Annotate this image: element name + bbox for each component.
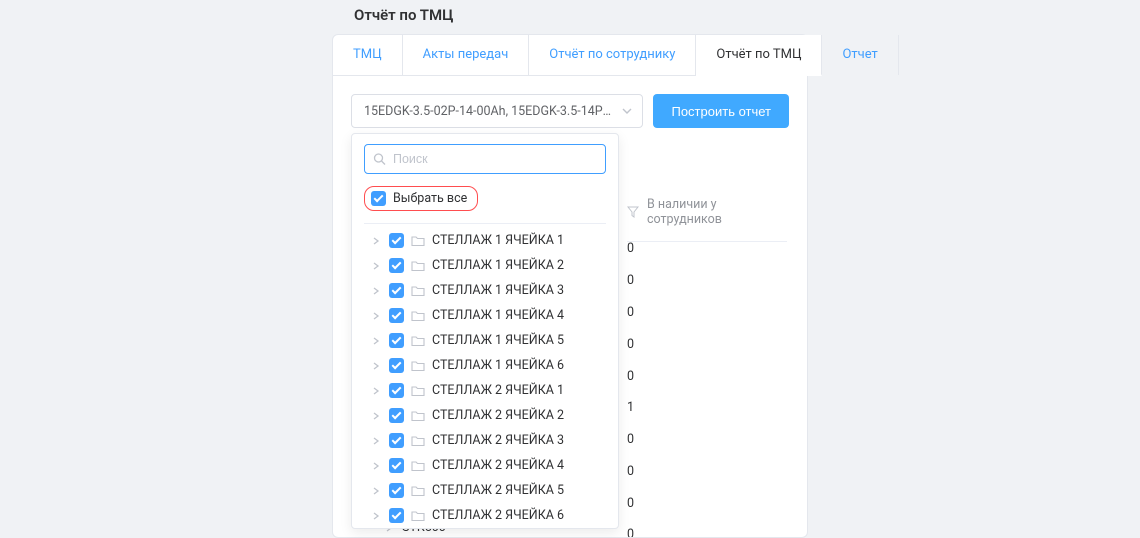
chevron-right-icon bbox=[372, 287, 382, 295]
folder-icon bbox=[411, 510, 425, 522]
folder-icon bbox=[411, 285, 425, 297]
folder-icon bbox=[411, 410, 425, 422]
folder-icon bbox=[411, 310, 425, 322]
checkbox-icon[interactable] bbox=[389, 233, 404, 248]
filter-icon bbox=[627, 206, 639, 218]
tree-node-label: СТЕЛЛАЖ 1 ЯЧЕЙКА 5 bbox=[432, 333, 564, 348]
tab-report-partial[interactable]: Отчет bbox=[822, 35, 898, 75]
items-select-value: 15EDGK-3.5-02P-14-00Ah, 15EDGK-3.5-14P-0… bbox=[364, 104, 612, 119]
tree-node-label: СТЕЛЛАЖ 1 ЯЧЕЙКА 2 bbox=[432, 258, 564, 273]
tree-node[interactable]: СТЕЛЛАЖ 2 ЯЧЕЙКА 4 bbox=[352, 453, 618, 478]
tree-node-label: СТЕЛЛАЖ 2 ЯЧЕЙКА 2 bbox=[432, 408, 564, 423]
chevron-right-icon bbox=[372, 512, 382, 520]
folder-icon bbox=[411, 235, 425, 247]
chevron-right-icon bbox=[372, 262, 382, 270]
search-input[interactable] bbox=[364, 144, 606, 174]
folder-icon bbox=[411, 435, 425, 447]
tree-node[interactable]: СТЕЛЛАЖ 2 ЯЧЕЙКА 2 bbox=[352, 403, 618, 428]
tree-node[interactable]: СТЕЛЛАЖ 2 ЯЧЕЙКА 3 bbox=[352, 428, 618, 453]
table-row: 0 bbox=[627, 519, 787, 537]
tree-list: СТЕЛЛАЖ 1 ЯЧЕЙКА 1 СТЕЛЛАЖ 1 ЯЧЕЙКА 2 СТ… bbox=[352, 228, 618, 528]
chevron-right-icon bbox=[372, 412, 382, 420]
checkbox-icon[interactable] bbox=[389, 383, 404, 398]
tree-node[interactable]: СТЕЛЛАЖ 1 ЯЧЕЙКА 1 bbox=[352, 228, 618, 253]
folder-icon bbox=[411, 385, 425, 397]
tree-node[interactable]: СТЕЛЛАЖ 1 ЯЧЕЙКА 4 bbox=[352, 303, 618, 328]
folder-icon bbox=[411, 260, 425, 272]
table-body: 0 0 0 0 0 1 0 0 0 0 1 0 bbox=[627, 233, 787, 537]
tree-node[interactable]: СТЕЛЛАЖ 1 ЯЧЕЙКА 2 bbox=[352, 253, 618, 278]
tree-node[interactable]: СТЕЛЛАЖ 1 ЯЧЕЙКА 3 bbox=[352, 278, 618, 303]
search-icon bbox=[373, 153, 386, 166]
select-all-checkbox[interactable]: Выбрать все bbox=[364, 186, 478, 211]
chevron-right-icon bbox=[372, 312, 382, 320]
checkbox-icon[interactable] bbox=[389, 358, 404, 373]
tree-node-label: СТЕЛЛАЖ 1 ЯЧЕЙКА 3 bbox=[432, 283, 564, 298]
tree-node[interactable]: СТЕЛЛАЖ 2 ЯЧЕЙКА 1 bbox=[352, 378, 618, 403]
tree-node[interactable]: СТЕЛЛАЖ 1 ЯЧЕЙКА 5 bbox=[352, 328, 618, 353]
table-row: 1 bbox=[627, 392, 787, 424]
table-row: 0 bbox=[627, 455, 787, 487]
chevron-right-icon bbox=[372, 337, 382, 345]
tree-node[interactable]: СТЕЛЛАЖ 1 ЯЧЕЙКА 6 bbox=[352, 353, 618, 378]
checkbox-icon[interactable] bbox=[389, 283, 404, 298]
table-row: 0 bbox=[627, 328, 787, 360]
tree-node-label: СТЕЛЛАЖ 2 ЯЧЕЙКА 5 bbox=[432, 483, 564, 498]
chevron-right-icon bbox=[372, 462, 382, 470]
tree-node-label: СТЕЛЛАЖ 2 ЯЧЕЙКА 3 bbox=[432, 433, 564, 448]
checkbox-icon[interactable] bbox=[389, 433, 404, 448]
tree-node-label: СТЕЛЛАЖ 1 ЯЧЕЙКА 6 bbox=[432, 358, 564, 373]
page-title: Отчёт по ТМЦ bbox=[332, 0, 808, 34]
table-row: 0 bbox=[627, 424, 787, 456]
folder-icon bbox=[411, 360, 425, 372]
chevron-right-icon bbox=[372, 437, 382, 445]
tree-node-label: СТЕЛЛАЖ 1 ЯЧЕЙКА 4 bbox=[432, 308, 564, 323]
chevron-right-icon bbox=[372, 387, 382, 395]
select-all-label: Выбрать все bbox=[393, 191, 467, 206]
tree-node-label: СТЕЛЛАЖ 2 ЯЧЕЙКА 6 bbox=[432, 508, 564, 523]
table-row: 0 bbox=[627, 233, 787, 265]
table-column-label: В наличии у сотрудников bbox=[647, 197, 787, 227]
checkbox-icon bbox=[371, 191, 386, 206]
build-report-button[interactable]: Построить отчет bbox=[653, 94, 789, 128]
table-row: 0 bbox=[627, 487, 787, 519]
chevron-right-icon bbox=[372, 237, 382, 245]
tree-node-label: СТЕЛЛАЖ 2 ЯЧЕЙКА 4 bbox=[432, 458, 564, 473]
folder-icon bbox=[411, 335, 425, 347]
tab-tmc-report[interactable]: Отчёт по ТМЦ bbox=[696, 35, 822, 76]
chevron-right-icon bbox=[372, 487, 382, 495]
tab-employee-report[interactable]: Отчёт по сотруднику bbox=[529, 35, 696, 75]
items-select[interactable]: 15EDGK-3.5-02P-14-00Ah, 15EDGK-3.5-14P-0… bbox=[351, 94, 643, 128]
checkbox-icon[interactable] bbox=[389, 308, 404, 323]
table-row: 0 bbox=[627, 297, 787, 329]
checkbox-icon[interactable] bbox=[389, 458, 404, 473]
folder-icon bbox=[411, 485, 425, 497]
table-row: 0 bbox=[627, 265, 787, 297]
tab-transfer-acts[interactable]: Акты передач bbox=[403, 35, 530, 75]
items-dropdown: Выбрать все СТЕЛЛАЖ 1 ЯЧЕЙКА 1 СТЕЛЛАЖ 1… bbox=[351, 133, 619, 529]
tabs: ТМЦ Акты передач Отчёт по сотруднику Отч… bbox=[333, 35, 807, 76]
tree-node[interactable]: СТЕЛЛАЖ 2 ЯЧЕЙКА 5 bbox=[352, 478, 618, 503]
tree-node-label: СТЕЛЛАЖ 2 ЯЧЕЙКА 1 bbox=[432, 383, 564, 398]
checkbox-icon[interactable] bbox=[389, 508, 404, 523]
tree-node-label: СТЕЛЛАЖ 1 ЯЧЕЙКА 1 bbox=[432, 233, 564, 248]
tab-tmc[interactable]: ТМЦ bbox=[333, 35, 403, 75]
checkbox-icon[interactable] bbox=[389, 408, 404, 423]
report-card: ТМЦ Акты передач Отчёт по сотруднику Отч… bbox=[332, 34, 808, 538]
table-row: 0 bbox=[627, 360, 787, 392]
tree-node[interactable]: СТЕЛЛАЖ 2 ЯЧЕЙКА 6 bbox=[352, 503, 618, 528]
folder-icon bbox=[411, 460, 425, 472]
checkbox-icon[interactable] bbox=[389, 333, 404, 348]
chevron-right-icon bbox=[372, 362, 382, 370]
chevron-down-icon bbox=[622, 106, 632, 116]
divider bbox=[364, 223, 606, 224]
checkbox-icon[interactable] bbox=[389, 258, 404, 273]
checkbox-icon[interactable] bbox=[389, 483, 404, 498]
